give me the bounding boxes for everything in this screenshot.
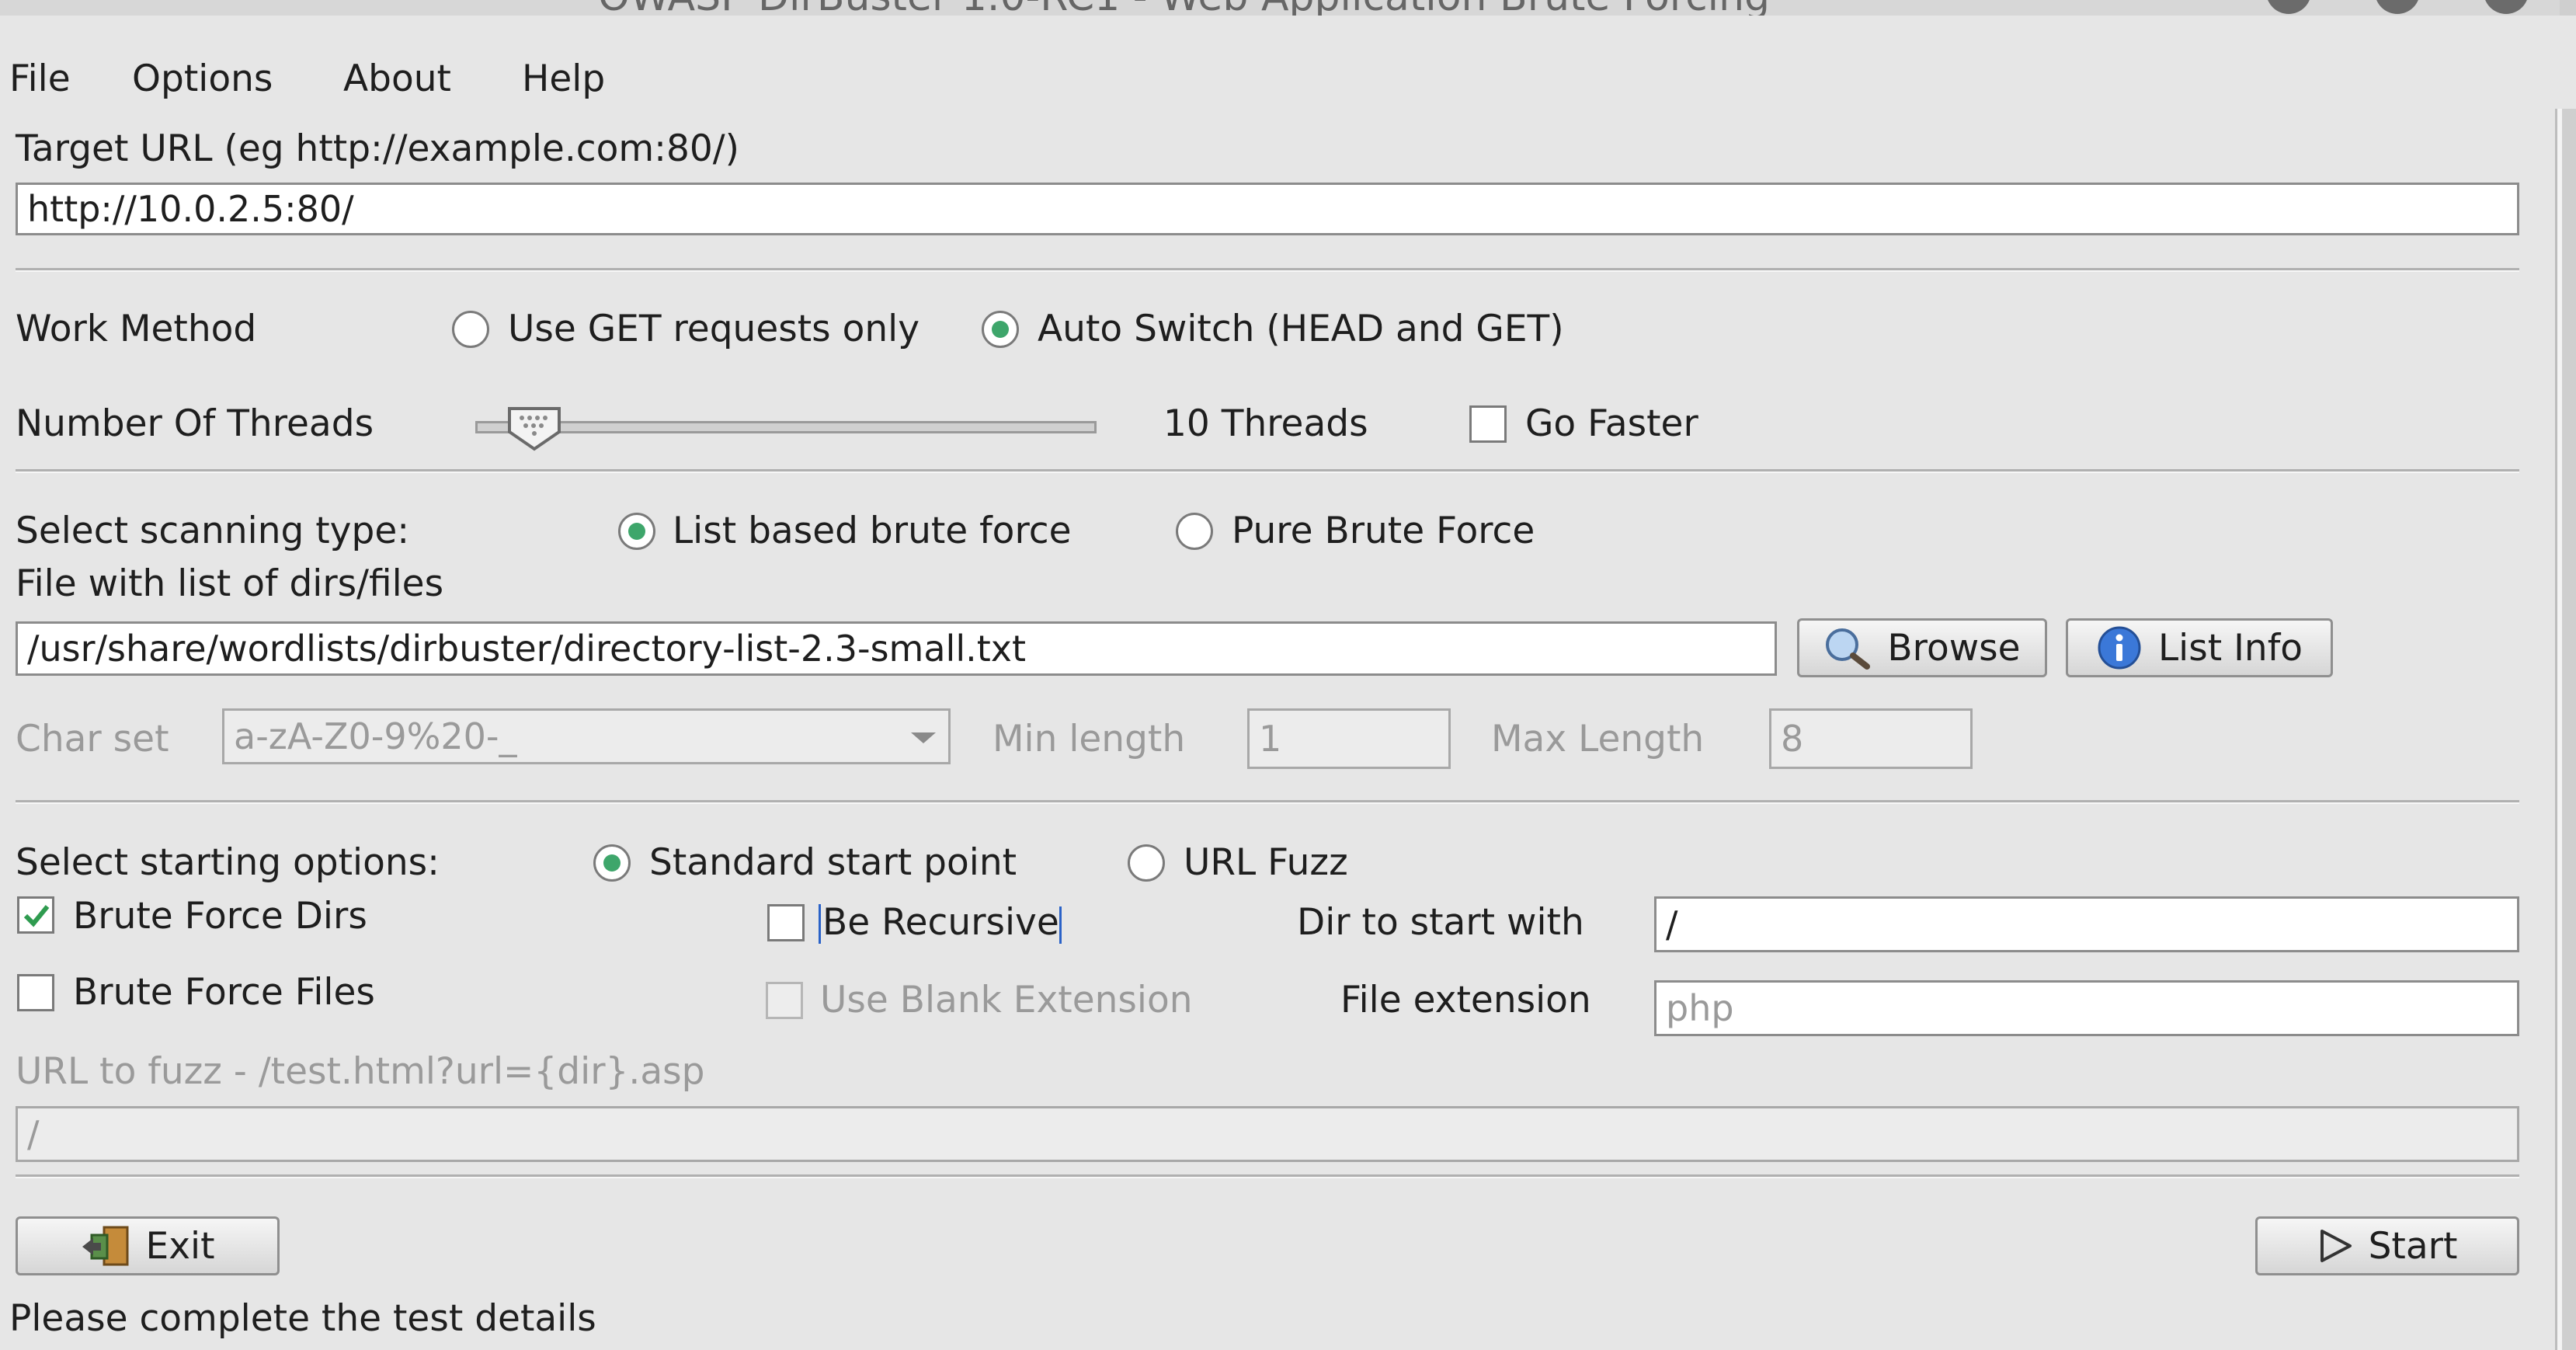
window-title: OWASP DirBuster 1.0-RC1 - Web Applicatio… xyxy=(598,0,1770,16)
separator xyxy=(16,800,2519,804)
exit-label: Exit xyxy=(145,1224,215,1268)
checkmark-icon xyxy=(23,905,50,927)
info-icon xyxy=(2098,626,2141,670)
chevron-down-icon xyxy=(911,732,936,743)
focus-cursor xyxy=(1059,906,1062,944)
brute-files-label: Brute Force Files xyxy=(73,971,375,1014)
threads-value: 10 Threads xyxy=(1163,402,1368,445)
maximize-button[interactable] xyxy=(2375,0,2420,14)
start-label: Start xyxy=(2368,1224,2458,1268)
min-length-label: Min length xyxy=(993,718,1186,760)
list-info-button[interactable]: List Info xyxy=(2066,618,2333,677)
file-list-label: File with list of dirs/files xyxy=(16,562,444,605)
exit-door-icon xyxy=(82,1226,128,1266)
menu-file[interactable]: File xyxy=(9,61,71,97)
recursive-label-text: Be Recursive xyxy=(822,901,1059,944)
charset-value: a-zA-Z0-9%20-_ xyxy=(234,715,517,757)
list-based-radio[interactable] xyxy=(618,513,655,550)
play-icon xyxy=(2320,1230,2352,1262)
magnifier-icon xyxy=(1826,628,1871,670)
auto-switch-label: Auto Switch (HEAD and GET) xyxy=(1038,308,1564,350)
list-info-label: List Info xyxy=(2157,626,2303,670)
title-bar: OWASP DirBuster 1.0-RC1 - Web Applicatio… xyxy=(0,0,2576,16)
brute-dirs-label: Brute Force Dirs xyxy=(73,895,367,938)
charset-label: Char set xyxy=(16,718,169,760)
window-edge xyxy=(2560,0,2576,1350)
go-faster-checkbox[interactable] xyxy=(1469,405,1507,443)
menu-options[interactable]: Options xyxy=(132,61,273,97)
dir-start-label: Dir to start with xyxy=(1297,901,1584,944)
auto-switch-radio[interactable] xyxy=(982,311,1019,348)
file-list-input[interactable]: /usr/share/wordlists/dirbuster/directory… xyxy=(16,621,1777,676)
menu-about[interactable]: About xyxy=(343,61,451,97)
pure-brute-radio[interactable] xyxy=(1176,513,1213,550)
get-only-label: Use GET requests only xyxy=(508,308,920,350)
url-fuzz-radio[interactable] xyxy=(1128,844,1165,882)
file-ext-input[interactable]: php xyxy=(1654,980,2519,1036)
threads-slider-track[interactable] xyxy=(475,421,1097,433)
target-url-label: Target URL (eg http://example.com:80/) xyxy=(16,127,739,170)
standard-start-label: Standard start point xyxy=(649,841,1017,884)
url-fuzz-label: URL Fuzz xyxy=(1184,841,1348,884)
threads-label: Number Of Threads xyxy=(16,402,374,445)
target-url-input[interactable]: http://10.0.2.5:80/ xyxy=(16,183,2519,235)
menu-help[interactable]: Help xyxy=(522,61,605,97)
minimize-button[interactable] xyxy=(2266,0,2311,14)
threads-slider-thumb[interactable] xyxy=(506,405,562,452)
browse-label: Browse xyxy=(1887,626,2021,670)
brute-dirs-checkbox[interactable] xyxy=(17,896,54,934)
scan-type-label: Select scanning type: xyxy=(16,510,410,552)
menu-bar: File Options About Help xyxy=(0,16,2576,109)
close-button[interactable] xyxy=(2484,0,2529,14)
exit-button[interactable]: Exit xyxy=(16,1216,280,1275)
recursive-checkbox[interactable] xyxy=(767,904,805,941)
browse-button[interactable]: Browse xyxy=(1797,618,2047,677)
start-options-label: Select starting options: xyxy=(16,841,440,884)
list-based-label: List based brute force xyxy=(673,510,1072,552)
max-length-label: Max Length xyxy=(1491,718,1705,760)
file-ext-label: File extension xyxy=(1340,979,1591,1021)
go-faster-label: Go Faster xyxy=(1525,402,1698,445)
status-text: Please complete the test details xyxy=(9,1297,596,1340)
window-border xyxy=(2555,16,2562,1350)
recursive-label: Be Recursive xyxy=(819,904,1062,944)
charset-combo[interactable]: a-zA-Z0-9%20-_ xyxy=(222,708,951,764)
dir-start-input[interactable]: / xyxy=(1654,896,2519,952)
min-length-input[interactable]: 1 xyxy=(1247,708,1451,769)
url-fuzz-input[interactable]: / xyxy=(16,1106,2519,1162)
separator xyxy=(16,1174,2519,1178)
blank-ext-checkbox[interactable] xyxy=(766,982,803,1019)
work-method-label: Work Method xyxy=(16,308,257,350)
pure-brute-label: Pure Brute Force xyxy=(1232,510,1535,552)
blank-ext-label: Use Blank Extension xyxy=(820,979,1193,1021)
start-button[interactable]: Start xyxy=(2255,1216,2519,1275)
get-only-radio[interactable] xyxy=(452,311,489,348)
brute-files-checkbox[interactable] xyxy=(17,974,54,1011)
separator xyxy=(16,268,2519,272)
standard-start-radio[interactable] xyxy=(593,844,631,882)
url-fuzz-field-label: URL to fuzz - /test.html?url={dir}.asp xyxy=(16,1050,705,1093)
max-length-input[interactable]: 8 xyxy=(1769,708,1973,769)
separator xyxy=(16,469,2519,473)
